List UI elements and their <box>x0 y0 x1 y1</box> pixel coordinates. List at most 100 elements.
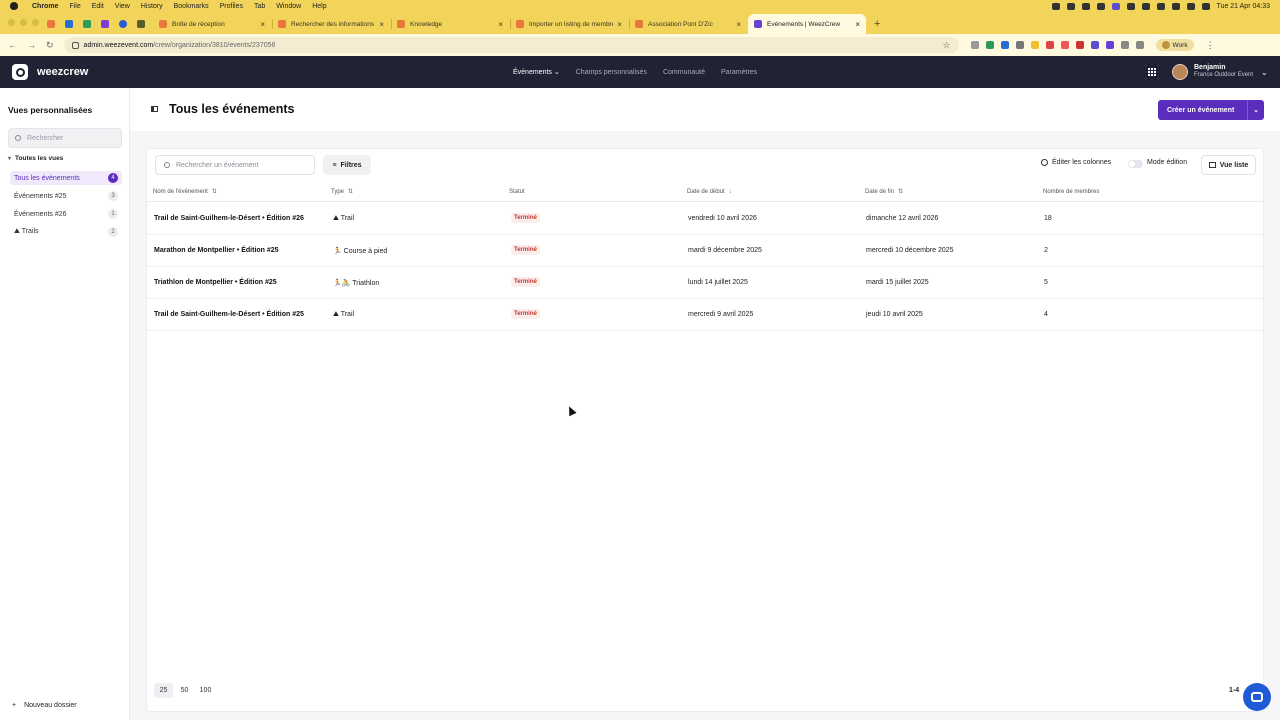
page-size-25[interactable]: 25 <box>154 683 173 698</box>
extension-icon[interactable] <box>985 41 994 49</box>
sidebar-item-trails[interactable]: ⛰ Trails 2 <box>10 225 122 239</box>
status-app-icon[interactable] <box>1111 2 1120 10</box>
menu-help[interactable]: Help <box>312 3 326 10</box>
event-name[interactable]: Trail de Saint-Guilhem-le-Désert • Éditi… <box>154 311 304 318</box>
control-center-icon[interactable] <box>1201 2 1210 10</box>
more-menu-icon[interactable]: ⋮ <box>1206 40 1215 51</box>
page-size-50[interactable]: 50 <box>175 683 194 698</box>
extension-icon[interactable] <box>1060 41 1069 49</box>
create-event-button[interactable]: Créer un événement ⌄ <box>1158 100 1264 120</box>
menu-edit[interactable]: Edit <box>92 3 104 10</box>
puzzle-icon[interactable] <box>1120 41 1129 49</box>
menu-profiles[interactable]: Profiles <box>220 3 243 10</box>
edit-columns-button[interactable]: Éditer les colonnes <box>1041 159 1111 166</box>
menu-file[interactable]: File <box>69 3 80 10</box>
reading-list-icon[interactable] <box>1135 41 1144 49</box>
address-bar[interactable]: admin.weezevent.com/crew/organization/38… <box>63 37 959 53</box>
sidebar-search-input[interactable]: Rechercher <box>8 128 122 148</box>
tab-knowledge[interactable]: Knowledge × <box>391 14 509 34</box>
status-app-icon[interactable] <box>1051 2 1060 10</box>
filters-button[interactable]: ≡ Filtres <box>323 155 371 175</box>
menu-history[interactable]: History <box>141 3 163 10</box>
table-row[interactable]: Marathon de Montpellier • Édition #25 🏃 … <box>147 235 1263 267</box>
chat-support-button[interactable] <box>1243 683 1271 711</box>
new-folder-button[interactable]: + Nouveau dossier <box>12 702 77 709</box>
column-header-type[interactable]: Type ⇅ <box>331 188 353 195</box>
menu-window[interactable]: Window <box>276 3 301 10</box>
close-icon[interactable]: × <box>617 20 622 29</box>
menu-app[interactable]: Chrome <box>32 3 58 10</box>
sidebar-item-events-25[interactable]: Événements #25 3 <box>10 189 122 203</box>
apps-grid-icon[interactable] <box>1148 68 1156 76</box>
close-icon[interactable]: × <box>260 20 265 29</box>
event-name[interactable]: Triathlon de Montpellier • Édition #25 <box>154 279 277 286</box>
close-icon[interactable]: × <box>379 20 384 29</box>
table-row[interactable]: Triathlon de Montpellier • Édition #25 🏃… <box>147 267 1263 299</box>
event-name[interactable]: Marathon de Montpellier • Édition #25 <box>154 247 279 254</box>
tab-import-members[interactable]: Importer un listing de membres × <box>510 14 628 34</box>
column-header-start-date[interactable]: Date de début ↓ <box>687 189 732 195</box>
chevron-down-icon[interactable]: ⌄ <box>1261 68 1268 77</box>
extension-icon[interactable] <box>970 41 979 49</box>
column-header-members[interactable]: Nombre de membres <box>1043 189 1099 195</box>
page-size-100[interactable]: 100 <box>196 683 215 698</box>
user-menu[interactable]: Benjamin France Outdoor Event <box>1194 64 1253 78</box>
status-app-icon[interactable] <box>1081 2 1090 10</box>
extension-icon[interactable] <box>1105 41 1114 49</box>
nav-settings[interactable]: Paramètres <box>721 69 757 76</box>
profile-button[interactable]: Work <box>1155 39 1194 51</box>
chevron-down-icon[interactable]: ⌄ <box>1247 100 1264 120</box>
tab-association[interactable]: Association Pont D'Zic × <box>629 14 747 34</box>
nav-community[interactable]: Communauté <box>663 69 705 76</box>
back-icon[interactable]: ← <box>8 40 17 51</box>
menu-tab[interactable]: Tab <box>254 3 265 10</box>
avatar[interactable] <box>1172 64 1188 80</box>
window-controls[interactable] <box>8 19 39 26</box>
extension-icon[interactable] <box>1000 41 1009 49</box>
column-header-name[interactable]: Nom de l'événement ⇅ <box>153 188 217 195</box>
event-search-input[interactable]: Rechercher un événement <box>155 155 315 175</box>
close-icon[interactable]: × <box>736 20 741 29</box>
forward-icon[interactable]: → <box>27 40 36 51</box>
tab-inbox[interactable]: Boîte de réception × <box>153 14 271 34</box>
status-app-icon[interactable] <box>1141 2 1150 10</box>
brand-name[interactable]: weezcrew <box>37 66 88 78</box>
extension-icon[interactable] <box>1075 41 1084 49</box>
all-views-group[interactable]: ▾ Toutes les vues <box>8 155 63 162</box>
pinned-tab[interactable] <box>98 17 111 30</box>
table-row[interactable]: Trail de Saint-Guilhem-le-Désert • Éditi… <box>147 299 1263 331</box>
pinned-tab[interactable] <box>62 17 75 30</box>
sidebar-item-all-events[interactable]: Tous les événements 4 <box>10 171 122 185</box>
pinned-tab[interactable] <box>44 17 57 30</box>
extension-icon[interactable] <box>1030 41 1039 49</box>
close-icon[interactable]: × <box>498 20 503 29</box>
status-app-icon[interactable] <box>1156 2 1165 10</box>
sidebar-item-events-26[interactable]: Événements #26 1 <box>10 207 122 221</box>
status-app-icon[interactable] <box>1066 2 1075 10</box>
clock[interactable]: Tue 21 Apr 04:33 <box>1217 3 1270 10</box>
list-view-button[interactable]: Vue liste <box>1201 155 1256 175</box>
pinned-tab[interactable] <box>134 17 147 30</box>
pinned-tab[interactable] <box>116 17 129 30</box>
extension-icon[interactable] <box>1015 41 1024 49</box>
nav-events[interactable]: Événements ⌄ <box>513 68 560 76</box>
edit-mode-toggle[interactable] <box>1128 160 1143 168</box>
status-app-icon[interactable] <box>1126 2 1135 10</box>
weezcrew-logo[interactable] <box>12 64 28 80</box>
pinned-tab[interactable] <box>80 17 93 30</box>
tab-search-info[interactable]: Rechercher des informations × <box>272 14 390 34</box>
search-icon[interactable] <box>1186 2 1195 10</box>
bookmark-star-icon[interactable]: ☆ <box>942 40 950 51</box>
extension-icon[interactable] <box>1090 41 1099 49</box>
menu-view[interactable]: View <box>115 3 130 10</box>
column-header-status[interactable]: Statut <box>509 189 525 195</box>
extension-icon[interactable] <box>1045 41 1054 49</box>
reload-icon[interactable]: ↻ <box>46 40 54 51</box>
apple-icon[interactable] <box>10 2 18 10</box>
wifi-icon[interactable] <box>1171 2 1180 10</box>
site-info-icon[interactable] <box>71 41 79 49</box>
nav-custom-fields[interactable]: Champs personnalisés <box>576 69 647 76</box>
column-header-end-date[interactable]: Date de fin ⇅ <box>865 188 903 195</box>
close-icon[interactable]: × <box>855 20 860 29</box>
menu-bookmarks[interactable]: Bookmarks <box>174 3 209 10</box>
